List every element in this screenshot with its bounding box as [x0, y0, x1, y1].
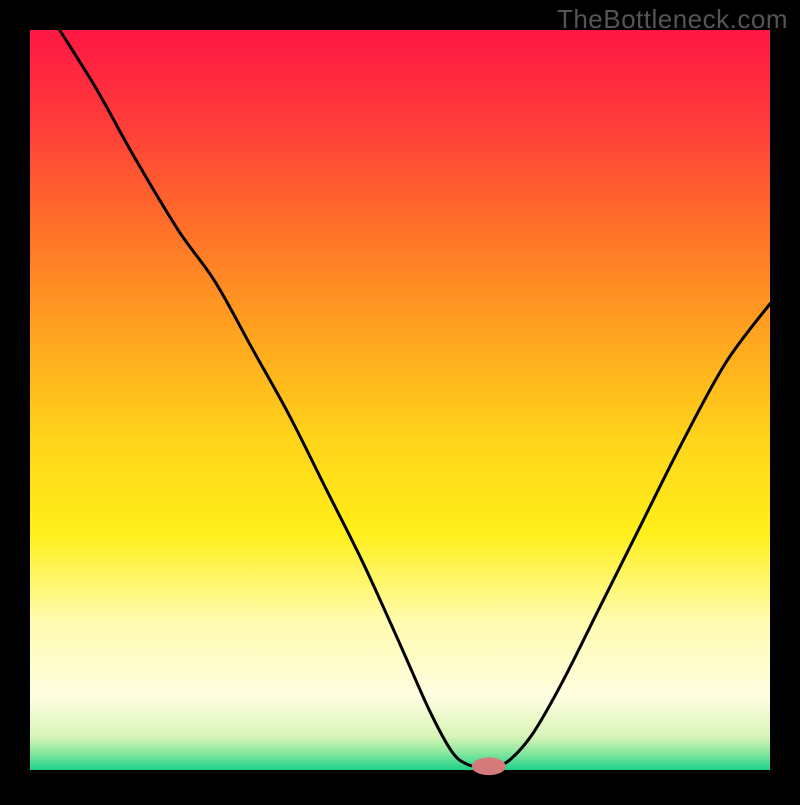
- watermark-text: TheBottleneck.com: [557, 4, 788, 35]
- optimal-marker: [472, 757, 506, 775]
- chart-background: [30, 30, 770, 770]
- bottleneck-chart: [0, 0, 800, 800]
- chart-container: TheBottleneck.com: [0, 0, 800, 800]
